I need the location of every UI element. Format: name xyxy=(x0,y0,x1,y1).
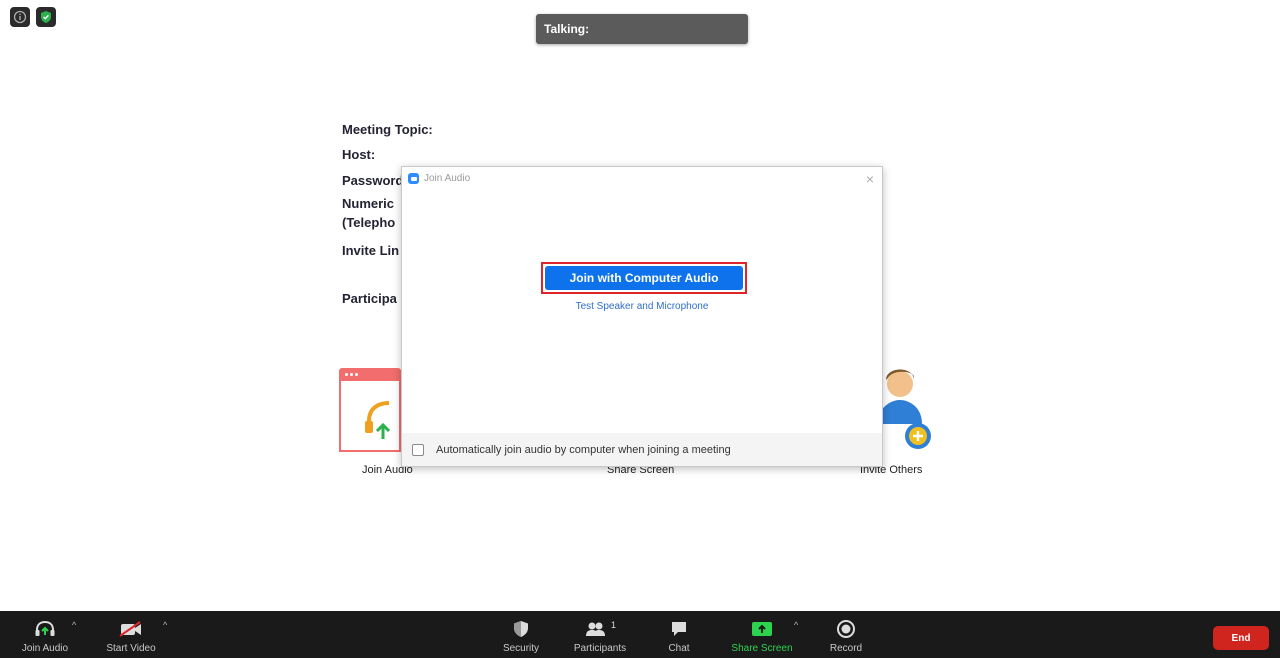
tile-body xyxy=(339,381,401,452)
shield-icon xyxy=(511,616,531,642)
record-label: Record xyxy=(829,643,863,654)
share-screen-icon xyxy=(750,616,774,642)
talking-label: Talking: xyxy=(544,22,590,36)
share-options-caret[interactable]: ^ xyxy=(794,620,798,630)
meeting-toolbar: Join Audio ^ Start Video ^ Security 1 Pa… xyxy=(0,611,1280,658)
participants-label: Participants xyxy=(573,643,627,654)
chat-icon xyxy=(669,616,689,642)
share-screen-button[interactable]: Share Screen xyxy=(726,611,798,658)
invite-others-tile[interactable] xyxy=(876,362,938,454)
telephone-label: (Telepho xyxy=(342,215,396,230)
join-audio-dialog: Join Audio × Join with Computer Audio Te… xyxy=(401,166,883,467)
start-video-label: Start Video xyxy=(106,643,156,654)
audio-options-caret[interactable]: ^ xyxy=(72,620,76,630)
test-speaker-microphone-link[interactable]: Test Speaker and Microphone xyxy=(402,301,882,312)
participants-count: 1 xyxy=(610,620,616,630)
host-label: Host: xyxy=(342,147,376,162)
shield-check-icon[interactable] xyxy=(36,7,56,27)
security-label: Security xyxy=(502,643,540,654)
talking-indicator: Talking: xyxy=(536,14,748,44)
add-person-icon xyxy=(878,369,931,449)
video-options-caret[interactable]: ^ xyxy=(163,620,167,630)
join-computer-audio-button[interactable]: Join with Computer Audio xyxy=(545,266,743,290)
tile-titlebar xyxy=(339,368,401,381)
headphones-icon xyxy=(33,616,57,642)
record-icon xyxy=(836,616,856,642)
top-status-icons xyxy=(10,7,56,27)
end-meeting-button[interactable]: End xyxy=(1213,626,1269,650)
start-video-button[interactable]: Start Video xyxy=(100,611,162,658)
close-icon[interactable]: × xyxy=(866,171,874,187)
dialog-title-text: Join Audio xyxy=(424,173,471,184)
numeric-label: Numeric xyxy=(342,196,395,211)
share-screen-label: Share Screen xyxy=(731,643,793,654)
auto-join-checkbox[interactable] xyxy=(412,443,424,456)
zoom-logo-icon xyxy=(408,173,419,184)
participants-icon: 1 xyxy=(584,616,616,642)
password-label: Password xyxy=(342,173,404,188)
headphones-upload-icon xyxy=(365,401,391,439)
chat-label: Chat xyxy=(668,643,690,654)
dialog-title: Join Audio xyxy=(408,173,470,184)
participants-button[interactable]: 1 Participants xyxy=(568,611,632,658)
auto-join-label: Automatically join audio by computer whe… xyxy=(436,443,731,456)
participant-label: Participa xyxy=(342,291,397,306)
join-audio-button[interactable]: Join Audio xyxy=(14,611,76,658)
record-button[interactable]: Record xyxy=(822,611,870,658)
invite-link-label: Invite Lin xyxy=(342,243,400,258)
security-button[interactable]: Security xyxy=(495,611,547,658)
join-button-highlight: Join with Computer Audio xyxy=(541,262,747,294)
chat-button[interactable]: Chat xyxy=(659,611,699,658)
meeting-topic-label: Meeting Topic: xyxy=(342,122,433,137)
join-audio-label: Join Audio xyxy=(21,643,69,654)
dialog-footer: Automatically join audio by computer whe… xyxy=(402,433,882,466)
video-off-icon xyxy=(118,616,144,642)
join-audio-tile[interactable] xyxy=(339,368,401,452)
info-icon[interactable] xyxy=(10,7,30,27)
